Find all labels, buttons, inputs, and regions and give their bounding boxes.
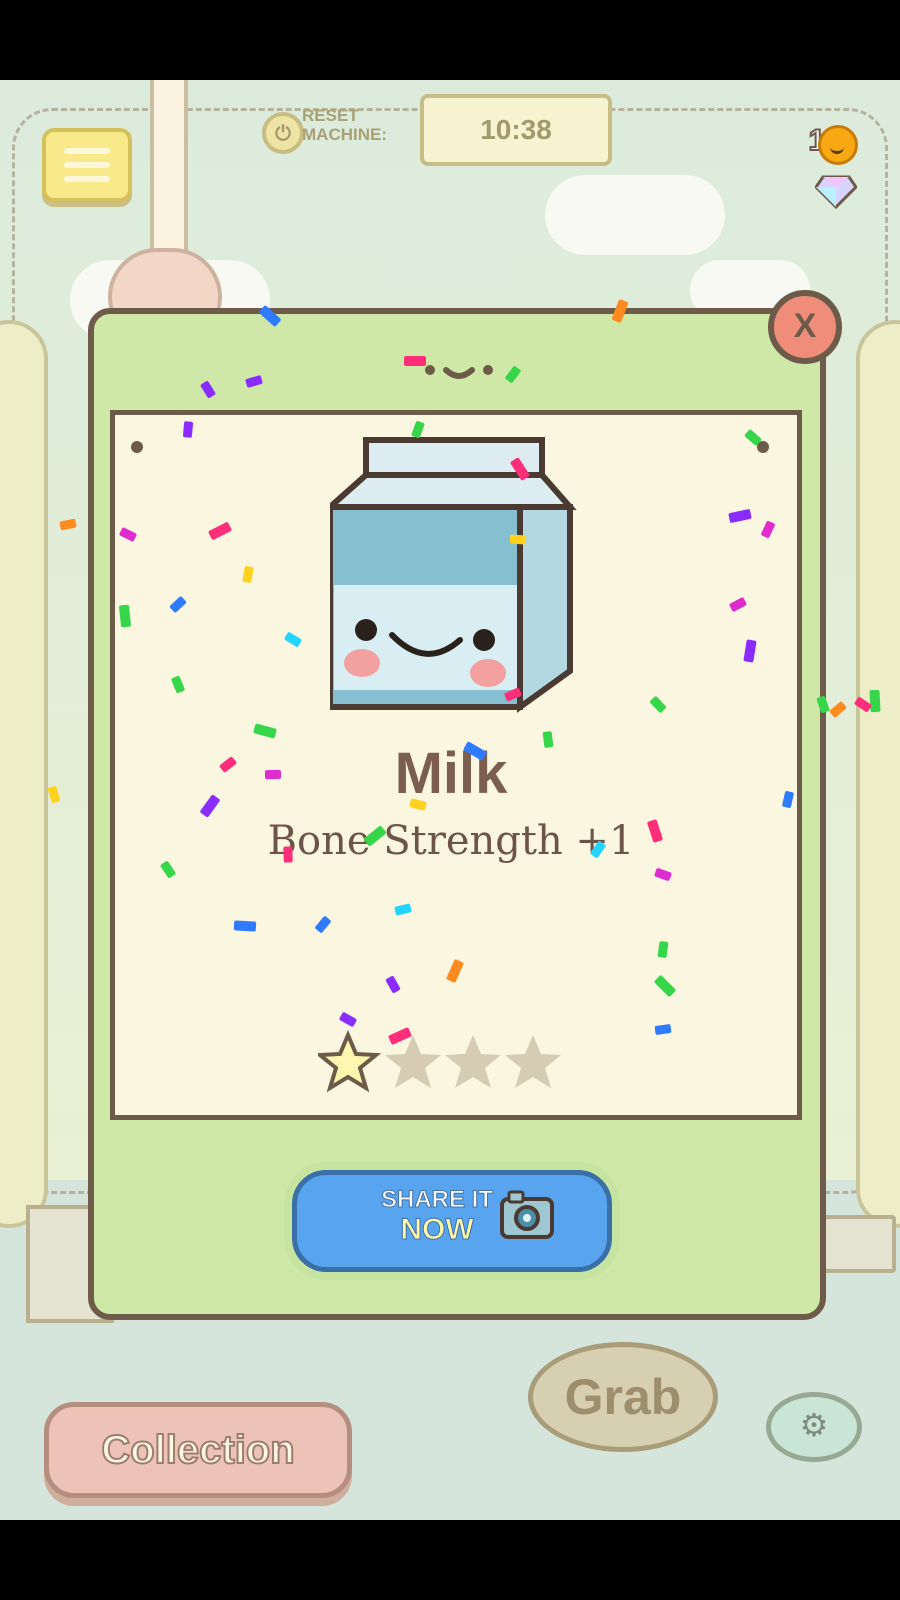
- grab-button[interactable]: Grab: [528, 1342, 718, 1492]
- menu-icon-bar: [64, 148, 110, 154]
- reset-machine-label: RESET MACHINE:: [302, 106, 387, 144]
- menu-icon-bar: [64, 176, 110, 182]
- reset-timer: 10:38: [420, 94, 612, 166]
- confetti-piece: [283, 846, 293, 863]
- confetti-piece: [542, 731, 554, 748]
- confetti-piece: [869, 689, 881, 713]
- share-button[interactable]: SHARE IT NOW: [292, 1170, 612, 1272]
- grab-label: Grab: [528, 1342, 718, 1452]
- gear-icon: ⚙: [799, 1406, 829, 1444]
- settings-button[interactable]: ⚙: [766, 1392, 862, 1462]
- star-filled-icon: [318, 1030, 382, 1093]
- confetti-piece: [509, 534, 527, 545]
- share-label: SHARE IT NOW: [367, 1185, 507, 1246]
- confetti-piece: [118, 604, 132, 628]
- confetti-piece: [264, 769, 282, 780]
- game-screen: ⏻ RESET MACHINE: 10:38 18 0 X Milk Bone …: [0, 80, 900, 1520]
- confetti-piece: [233, 920, 257, 932]
- card-face-icon: [425, 365, 493, 379]
- coin-icon: [818, 125, 858, 165]
- milk-carton-icon: [330, 437, 577, 713]
- confetti-piece: [182, 421, 194, 438]
- confetti-piece: [404, 356, 426, 366]
- rarity-stars: [318, 1030, 561, 1093]
- star-empty-icon: [505, 1035, 561, 1088]
- share-label-line1: SHARE IT: [380, 1186, 493, 1214]
- diamond-icon: [815, 175, 857, 209]
- menu-icon-bar: [64, 162, 110, 168]
- collection-button[interactable]: Collection: [44, 1402, 352, 1498]
- share-label-line2: NOW: [400, 1213, 474, 1246]
- camera-icon: [500, 1190, 554, 1239]
- close-button[interactable]: X: [768, 290, 842, 364]
- paper-pin: [131, 441, 143, 453]
- item-effect: Bone Strength +1: [267, 818, 635, 864]
- menu-button[interactable]: [42, 128, 132, 202]
- reset-machine-panel: ⏻ RESET MACHINE: 10:38: [262, 90, 622, 166]
- machine-pillar-right: [856, 320, 900, 1228]
- star-empty-icon: [445, 1035, 501, 1088]
- machine-pillar-left: [0, 320, 48, 1228]
- claw-rod: [150, 80, 188, 264]
- reset-icon[interactable]: ⏻: [262, 112, 304, 154]
